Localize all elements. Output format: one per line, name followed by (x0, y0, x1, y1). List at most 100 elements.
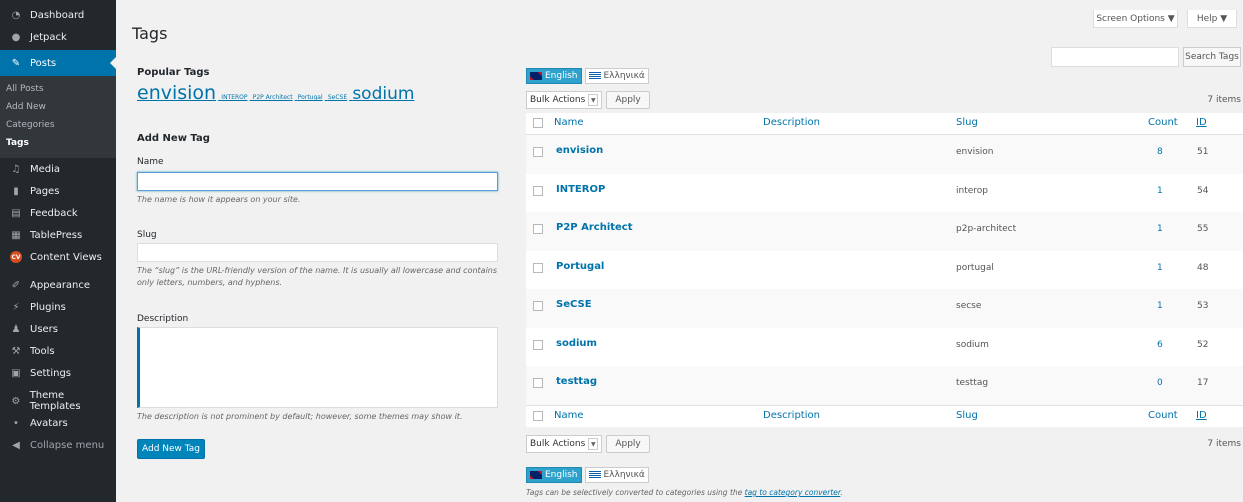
sidebar-item-tools[interactable]: ⚒ Tools (0, 340, 116, 362)
bulk-actions-select[interactable]: Bulk Actions ▼ (526, 435, 603, 453)
column-description[interactable]: Description (763, 117, 820, 128)
select-all-checkbox[interactable] (533, 118, 543, 128)
apply-button[interactable]: Apply (606, 91, 650, 109)
tag-converter-link[interactable]: tag to category converter (745, 488, 841, 497)
description-help: The description is not prominent by defa… (137, 412, 463, 421)
pin-icon: ✎ (11, 57, 21, 69)
sidebar-item-content-views[interactable]: CV Content Views (0, 246, 116, 268)
tag-cloud-link[interactable]: sodium (352, 84, 414, 104)
sidebar-item-posts[interactable]: ✎ Posts (0, 50, 116, 76)
screen-options-button[interactable]: Screen Options ▼ (1093, 10, 1178, 28)
table-row: INTEROP interop 1 54 (526, 173, 1243, 212)
tag-id: 17 (1197, 378, 1209, 388)
tag-id: 52 (1197, 339, 1209, 350)
users-icon: ♟ (11, 323, 21, 335)
tag-count-link[interactable]: 1 (1157, 186, 1163, 196)
tag-count-link[interactable]: 1 (1157, 301, 1163, 311)
submenu-all-posts[interactable]: All Posts (0, 80, 116, 98)
bulk-actions-bottom: Bulk Actions ▼ Apply (526, 435, 650, 453)
help-button[interactable]: Help ▼ (1187, 10, 1237, 28)
column-id[interactable]: ID (1196, 410, 1207, 421)
chevron-down-icon: ▼ (588, 94, 599, 106)
sidebar-item-pages[interactable]: ▮ Pages (0, 180, 116, 202)
sidebar-item-dashboard[interactable]: ◔ Dashboard (0, 4, 116, 26)
submenu-add-new[interactable]: Add New (0, 98, 116, 116)
row-checkbox[interactable] (533, 147, 543, 157)
tag-cloud-link[interactable]: SeCSE (328, 94, 347, 101)
column-count[interactable]: Count (1148, 410, 1178, 421)
tag-name-link[interactable]: testtag (556, 376, 597, 387)
row-checkbox[interactable] (533, 378, 543, 388)
table-icon: ▦ (11, 229, 21, 241)
tag-cloud-link[interactable]: INTEROP (221, 94, 247, 101)
tag-name-link[interactable]: INTEROP (556, 184, 605, 195)
lang-english-button[interactable]: English (526, 68, 582, 84)
description-label: Description (137, 314, 189, 324)
apply-button[interactable]: Apply (606, 435, 650, 453)
tag-name-link[interactable]: SeCSE (556, 299, 592, 310)
tag-name-link[interactable]: sodium (556, 338, 597, 349)
sidebar-item-feedback[interactable]: ▤ Feedback (0, 202, 116, 224)
lang-greek-button[interactable]: Ελληνικά (584, 467, 649, 483)
sidebar-item-jetpack[interactable]: ● Jetpack (0, 26, 116, 48)
tag-count-link[interactable]: 6 (1157, 340, 1163, 350)
tag-count-link[interactable]: 8 (1157, 147, 1163, 157)
slug-field[interactable] (137, 243, 498, 262)
tag-name-link[interactable]: P2P Architect (556, 222, 633, 233)
row-checkbox[interactable] (533, 301, 543, 311)
description-field[interactable] (137, 327, 498, 408)
table-row: envision envision 8 51 (526, 135, 1243, 174)
submenu-tags[interactable]: Tags (0, 134, 116, 152)
select-all-checkbox[interactable] (533, 410, 543, 421)
table-row: Portugal portugal 1 48 (526, 250, 1243, 289)
tag-count-link[interactable]: 1 (1157, 263, 1163, 273)
tag-slug: secse (956, 301, 982, 311)
sidebar-item-media[interactable]: ♫ Media (0, 158, 116, 180)
search-tags-button[interactable]: Search Tags (1183, 47, 1241, 67)
sidebar-item-appearance[interactable]: ✐ Appearance (0, 274, 116, 296)
column-id[interactable]: ID (1196, 117, 1207, 128)
tag-cloud: envision INTEROP P2P Architect Portugal … (137, 82, 416, 104)
row-checkbox[interactable] (533, 185, 543, 196)
tag-cloud-link[interactable]: Portugal (298, 94, 323, 101)
items-count: 7 items (1207, 95, 1241, 105)
lang-english-button[interactable]: English (526, 467, 582, 483)
lang-greek-button[interactable]: Ελληνικά (584, 68, 649, 84)
tag-name-link[interactable]: Portugal (556, 261, 604, 272)
dashboard-icon: ◔ (11, 9, 21, 21)
tag-count-link[interactable]: 0 (1157, 378, 1163, 388)
column-count[interactable]: Count (1148, 117, 1178, 128)
sidebar-item-avatars[interactable]: • Avatars (0, 412, 116, 434)
tag-cloud-link[interactable]: P2P Architect (253, 94, 293, 101)
sidebar-item-plugins[interactable]: ⚡ Plugins (0, 296, 116, 318)
sidebar-item-settings[interactable]: ▣ Settings (0, 362, 116, 384)
admin-sidebar: ◔ Dashboard ● Jetpack ✎ Posts All Posts Add… (0, 0, 116, 502)
table-header: Name Description Slug Count ID (526, 113, 1243, 135)
row-checkbox[interactable] (533, 339, 543, 350)
search-input[interactable] (1051, 47, 1179, 67)
column-slug[interactable]: Slug (956, 410, 978, 421)
add-new-tag-button[interactable]: Add New Tag (137, 439, 205, 459)
column-description[interactable]: Description (763, 410, 820, 421)
column-slug[interactable]: Slug (956, 117, 978, 128)
popular-tags-heading: Popular Tags (137, 67, 210, 78)
collapse-menu-button[interactable]: ◀ Collapse menu (0, 434, 116, 456)
name-field[interactable] (137, 172, 498, 191)
column-name[interactable]: Name (554, 410, 584, 421)
row-checkbox[interactable] (533, 262, 543, 273)
slug-label: Slug (137, 230, 157, 240)
sidebar-item-users[interactable]: ♟ Users (0, 318, 116, 340)
submenu-categories[interactable]: Categories (0, 116, 116, 134)
tag-count-link[interactable]: 1 (1157, 224, 1163, 234)
sidebar-item-tablepress[interactable]: ▦ TablePress (0, 224, 116, 246)
jetpack-icon: ● (11, 31, 21, 43)
sidebar-item-theme-templates[interactable]: ⚙ Theme Templates (0, 390, 116, 412)
items-count: 7 items (1207, 439, 1241, 449)
row-checkbox[interactable] (533, 224, 543, 234)
column-name[interactable]: Name (554, 117, 584, 128)
lang-label: English (545, 71, 578, 81)
tag-name-link[interactable]: envision (556, 145, 603, 156)
bulk-actions-select[interactable]: Bulk Actions ▼ (526, 91, 603, 109)
cv-badge: CV (10, 251, 22, 263)
tag-cloud-link[interactable]: envision (137, 82, 216, 104)
